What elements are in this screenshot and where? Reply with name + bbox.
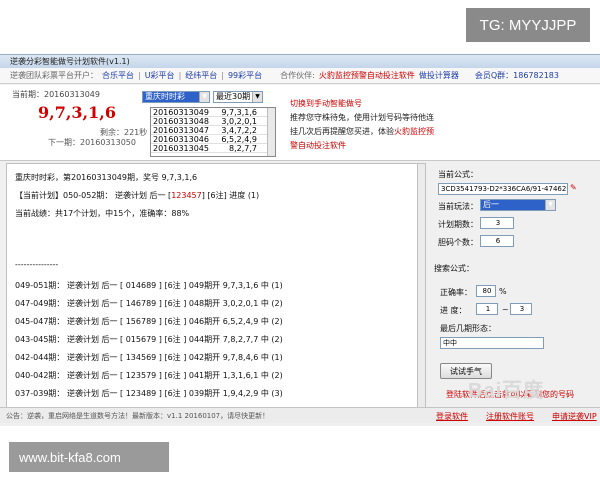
accuracy-unit: %	[499, 287, 507, 296]
qq-group: 会员Q群：186782183	[474, 71, 559, 80]
play-select[interactable]: 后一 ▼	[480, 199, 556, 211]
plan-row: 045-047期： 逆袭计划 后一 [ 156789 ] [6注 ] 046期开…	[15, 317, 283, 326]
current-period: 当前期：20160313049	[12, 90, 100, 99]
plan-row: 049-051期： 逆袭计划 后一 [ 014689 ] [6注 ] 049期开…	[15, 281, 283, 290]
link-heyue[interactable]: 合乐平台	[102, 70, 134, 81]
app-window: 逆袭分彩智能做号计划软件(v1.1) 逆袭团队彩票平台开户： 合乐平台 | U彩…	[0, 54, 600, 426]
plan-row: 042-044期： 逆袭计划 后一 [ 134569 ] [6注 ] 042期开…	[15, 353, 283, 362]
progress-label: 进 度：	[440, 306, 467, 315]
watermark-top: TG: MYYJJPP	[466, 8, 590, 42]
platform-label: 逆袭团队彩票平台开户：	[10, 71, 98, 80]
edit-icon[interactable]: ✎	[570, 183, 577, 192]
switch-manual-link[interactable]: 切换到手动智能做号	[290, 97, 434, 111]
menu-separator: |	[138, 71, 141, 80]
watermark-bottom: www.bit-kfa8.com	[9, 442, 169, 472]
history-scrollbar[interactable]	[267, 108, 275, 156]
tips-panel: 切换到手动智能做号 推荐您守株待兔，使用计划号码等待他连 挂几次后再提醒您买进，…	[290, 97, 434, 153]
current-plan-code: 123457	[171, 191, 202, 200]
last-periods-field[interactable]: 中中	[440, 337, 544, 349]
history-period: 20160313047	[153, 126, 209, 135]
history-period: 20160313045	[153, 144, 209, 153]
tip-text: 推荐您守株待兔，使用计划号码等待他连	[290, 113, 434, 122]
plan-periods-label: 计划期数：	[438, 220, 478, 229]
tip-text: 挂几次后再提醒您买进，体验火豹监控预	[290, 125, 434, 139]
history-list[interactable]: 20160313049 9,7,3,1,6 20160313048 3,0,2,…	[150, 107, 276, 157]
history-number: 3,4,7,2,2	[221, 126, 257, 135]
current-draw-number: 9,7,3,1,6	[38, 103, 116, 122]
baidu-watermark: Bai百度	[468, 380, 545, 402]
menu-separator: |	[221, 71, 224, 80]
plan-row: 047-049期： 逆袭计划 后一 [ 146789 ] [6注 ] 048期开…	[15, 299, 283, 308]
menubar: 逆袭团队彩票平台开户： 合乐平台 | U彩平台 | 经纬平台 | 99彩平台 合…	[0, 68, 600, 84]
history-period: 20160313048	[153, 117, 209, 126]
lottery-type-value: 重庆时时彩	[145, 92, 185, 101]
status-notice: 公告：逆袭，重启网络是生道数号方法！最新版本：v1.1 20160107，请尽快…	[6, 412, 270, 420]
accuracy-label: 正确率：	[440, 288, 472, 297]
lottery-type-select[interactable]: 重庆时时彩 ▼	[142, 91, 210, 103]
record-summary: 当前战绩：共17个计划，中15个，准确率：88%	[15, 209, 190, 218]
play-value: 后一	[483, 200, 499, 209]
list-item: 20160313047 3,4,7,2,2	[151, 126, 275, 135]
tip-link[interactable]: 火豹监控预	[394, 127, 434, 136]
list-item: 20160313046 6,5,2,4,9	[151, 135, 275, 144]
progress-tilde: ~	[502, 305, 509, 314]
history-period: 20160313049	[153, 108, 209, 117]
progress-from-field[interactable]: 1	[476, 303, 498, 315]
play-label: 当前玩法：	[438, 202, 478, 211]
history-period: 20160313046	[153, 135, 209, 144]
output-scrollbar[interactable]	[417, 164, 425, 412]
range-value: 最近30期	[216, 92, 251, 101]
bet-count-label: 胆码个数：	[438, 238, 478, 247]
current-plan-suffix: ] [6注] 进度 (1)	[201, 191, 260, 200]
plan-periods-field[interactable]: 3	[480, 217, 514, 229]
last-periods-label: 最后几期形态：	[440, 324, 496, 333]
plan-row: 037-039期： 逆袭计划 后一 [ 123489 ] [6注 ] 039期开…	[15, 389, 283, 398]
bet-count-field[interactable]: 6	[480, 235, 514, 247]
link-ucai[interactable]: U彩平台	[145, 70, 175, 81]
history-number: 8,2,7,7	[229, 144, 257, 153]
partner-link-huobao[interactable]: 火豹监控预警自动投注软件	[319, 70, 415, 81]
accuracy-field[interactable]: 80	[476, 285, 496, 297]
status-bar: 公告：逆袭，重启网络是生道数号方法！最新版本：v1.1 20160107，请尽快…	[0, 407, 600, 423]
current-plan-prefix: 【当前计划】050-052期： 逆袭计划 后一 [	[15, 191, 172, 200]
chevron-down-icon: ▼	[545, 200, 555, 210]
divider: ---------------	[15, 260, 59, 269]
progress-to-field[interactable]: 3	[510, 303, 532, 315]
draw-summary: 重庆时时彩，第20160313049期，奖号 9,7,3,1,6	[15, 173, 198, 182]
partners-label: 合作伙伴:	[280, 71, 315, 80]
plan-row: 043-045期： 逆袭计划 后一 [ 015679 ] [6注 ] 044期开…	[15, 335, 283, 344]
current-plan: 【当前计划】050-052期： 逆袭计划 后一 [123457] [6注] 进度…	[15, 190, 259, 201]
tip-prefix: 挂几次后再提醒您买进，体验	[290, 127, 394, 136]
search-formula-label: 搜索公式：	[434, 264, 474, 273]
list-item: 20160313048 3,0,2,0,1	[151, 117, 275, 126]
apply-vip-link[interactable]: 申请逆袭VIP	[552, 411, 597, 422]
formula-field[interactable]: 3CD3541793-D2*336CA6/91-47462*2	[438, 183, 568, 195]
formula-label: 当前公式：	[438, 170, 478, 179]
history-number: 6,5,2,4,9	[221, 135, 257, 144]
login-link[interactable]: 登录软件	[436, 411, 468, 422]
register-account-link[interactable]: 注册软件账号	[486, 411, 534, 422]
lottery-panel: 当前期：20160313049 9,7,3,1,6 剩余：221秒 下一期：20…	[0, 85, 600, 161]
plan-output: 重庆时时彩，第20160313049期，奖号 9,7,3,1,6 【当前计划】0…	[6, 163, 426, 413]
next-period: 下一期：20160313050	[48, 138, 136, 147]
list-item: 20160313049 9,7,3,1,6	[151, 108, 275, 117]
list-item: 20160313045 8,2,7,7	[151, 144, 275, 153]
plan-row: 040-042期： 逆袭计划 后一 [ 123579 ] [6注 ] 041期开…	[15, 371, 283, 380]
chevron-down-icon: ▼	[252, 92, 262, 102]
chevron-down-icon: ▼	[199, 92, 209, 102]
tip-link-cont[interactable]: 警自动投注软件	[290, 139, 434, 153]
menu-separator: |	[178, 71, 182, 80]
link-jingwei[interactable]: 经纬平台	[185, 70, 217, 81]
history-number: 9,7,3,1,6	[221, 108, 257, 117]
window-title: 逆袭分彩智能做号计划软件(v1.1)	[0, 55, 600, 68]
range-select[interactable]: 最近30期 ▼	[213, 91, 263, 103]
partner-link-calculator[interactable]: 做投计算器	[419, 70, 459, 81]
link-99cai[interactable]: 99彩平台	[228, 70, 262, 81]
history-number: 3,0,2,0,1	[221, 117, 257, 126]
